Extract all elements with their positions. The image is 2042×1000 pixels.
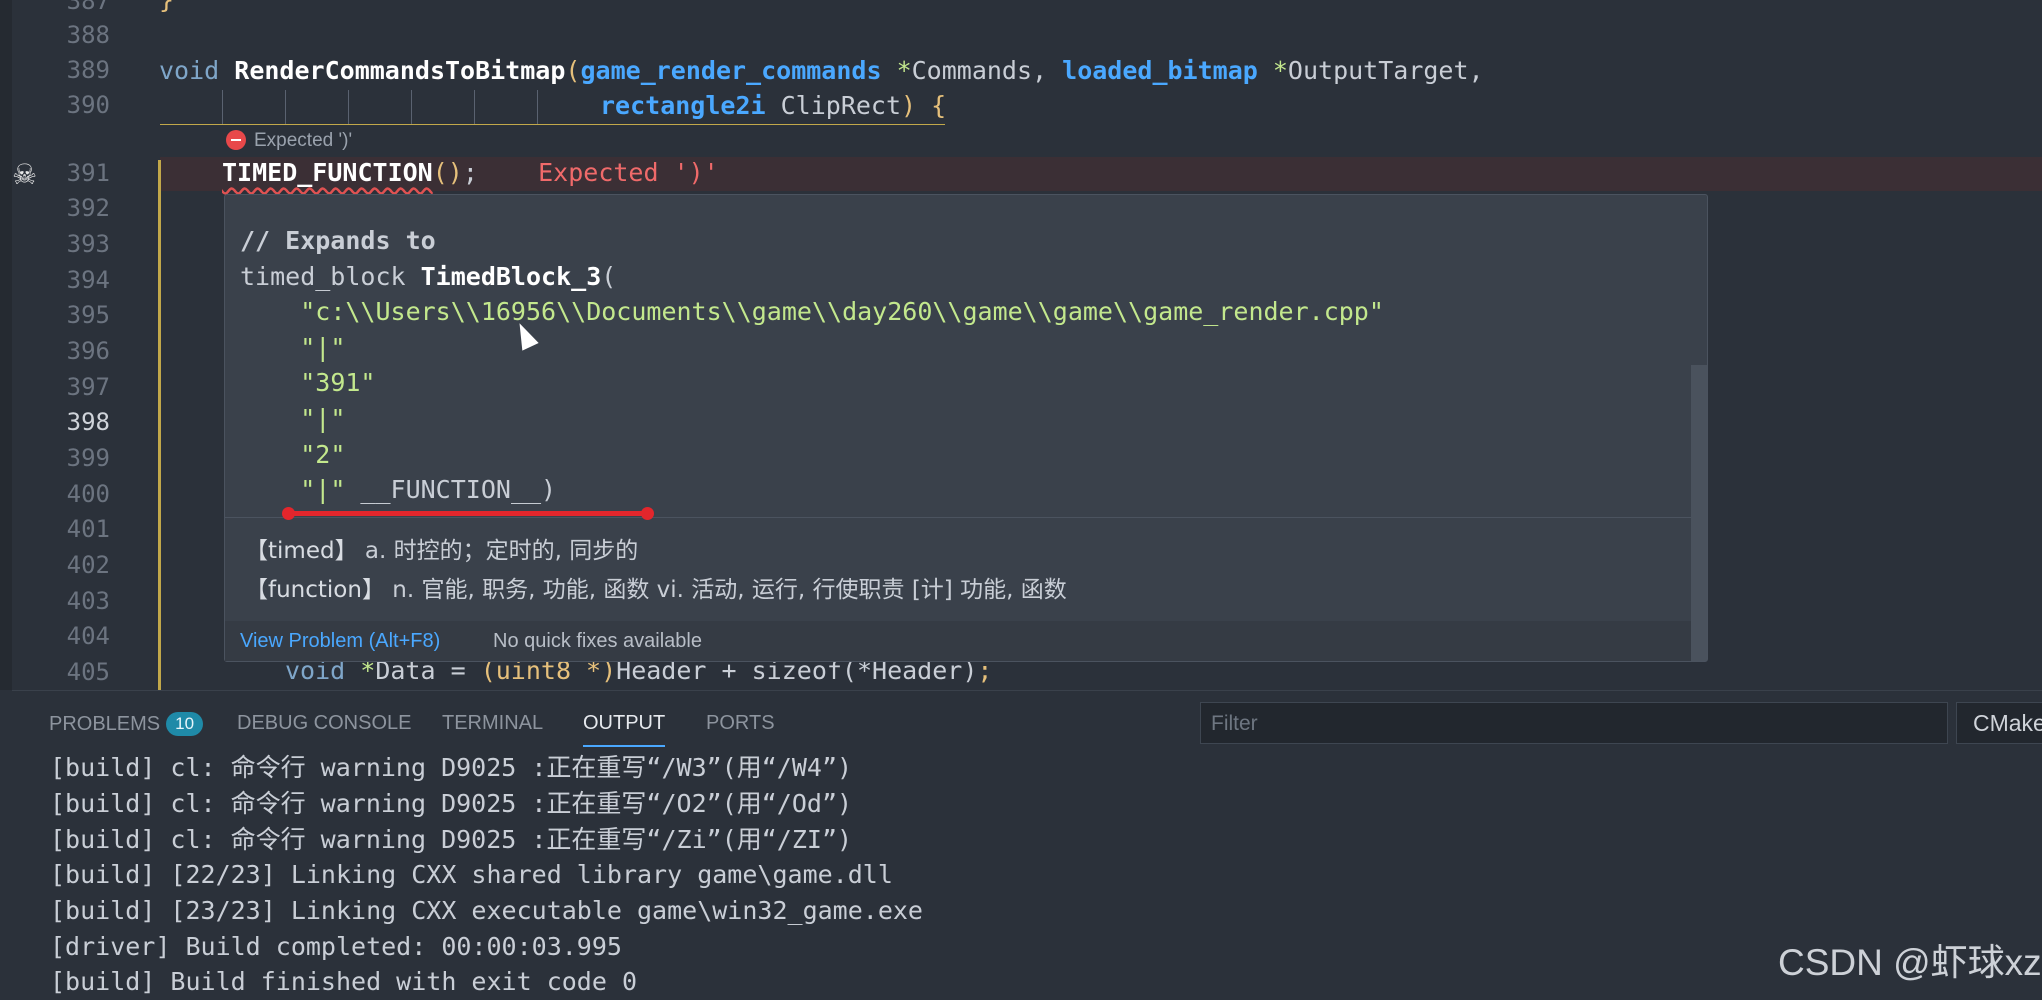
problems-count-badge: 10	[166, 712, 204, 736]
pointer-star: *	[1257, 56, 1288, 85]
line-number: 399	[66, 444, 110, 472]
dict-definition: n. 官能, 职务, 功能, 函数 vi. 活动, 运行, 行使职责 [计] 功…	[384, 577, 1067, 603]
tab-problems[interactable]: PROBLEMS 10	[49, 712, 204, 736]
watermark: CSDN @虾球xz	[1778, 942, 2042, 983]
line-number: 396	[66, 337, 110, 365]
codelens-error[interactable]: Expected ')'	[226, 130, 352, 152]
tab-label: PROBLEMS	[49, 713, 161, 735]
line-number: 392	[66, 194, 110, 222]
hover-widget[interactable]: // Expands to timed_block TimedBlock_3( …	[224, 194, 1708, 662]
param: OutputTarget,	[1287, 56, 1484, 85]
decl-name: TimedBlock_3	[420, 261, 602, 291]
line-number: 395	[66, 301, 110, 329]
line-number: 390	[66, 91, 110, 119]
expansion-comment: // Expands to	[240, 226, 436, 255]
keyword: void	[159, 56, 220, 85]
expansion-string: "|"	[300, 475, 346, 505]
output-line: [build] [23/23] Linking CXX executable g…	[50, 896, 923, 925]
output-line: [driver] Build completed: 00:00:03.995	[50, 932, 622, 961]
output-line: [build] [22/23] Linking CXX shared libra…	[50, 860, 893, 889]
line-number: 401	[66, 515, 110, 543]
hover-scrollbar[interactable]	[1691, 365, 1707, 661]
macro-name[interactable]: TIMED_FUNCTION	[222, 158, 433, 187]
output-line: [build] cl: 命令行 warning D9025 :正在重写“/W3”…	[50, 753, 853, 782]
expansion-string: "|"	[300, 403, 346, 433]
output-line: [build] cl: 命令行 warning D9025 :正在重写“/O2”…	[50, 789, 853, 818]
expansion-string: "391"	[300, 368, 376, 398]
skull-icon[interactable]: ☠	[12, 158, 37, 191]
semicolon: ;	[462, 158, 478, 187]
pointer-star: *	[881, 56, 912, 85]
line-number: 391	[66, 159, 110, 187]
dict-definition: a. 时控的；定时的, 同步的	[357, 538, 639, 564]
line-number: 400	[66, 480, 110, 508]
line-number: 403	[66, 587, 110, 615]
type-name[interactable]: rectangle2i	[600, 91, 766, 120]
paren: (	[565, 56, 581, 85]
output-source-select[interactable]: CMake	[1956, 702, 2042, 744]
line-number: 388	[66, 21, 110, 49]
param: ClipRect	[765, 91, 902, 120]
code-line-389[interactable]: void RenderCommandsToBitmap(game_render_…	[159, 53, 1484, 89]
line-number: 393	[66, 230, 110, 258]
line-number-current: 398	[66, 408, 110, 436]
codelens-error-text: Expected ')'	[254, 130, 353, 151]
divider	[225, 517, 1691, 518]
indent-guide	[474, 90, 475, 124]
type-name[interactable]: game_render_commands	[580, 56, 881, 85]
dictionary-entry: 【timed】 a. 时控的；定时的, 同步的	[245, 531, 638, 565]
indent-guide	[348, 90, 349, 124]
line-number: 405	[66, 658, 110, 686]
macro-expansion: // Expands to timed_block TimedBlock_3( …	[240, 223, 1384, 508]
tab-terminal[interactable]: TERMINAL	[442, 712, 543, 735]
decl-open: (	[601, 261, 617, 291]
view-problem-link[interactable]: View Problem (Alt+F8)	[240, 630, 440, 653]
line-number: 389	[66, 56, 110, 84]
guide-line	[160, 124, 945, 125]
tab-ports[interactable]: PORTS	[706, 712, 775, 735]
error-circle-icon	[226, 130, 246, 150]
paren: )	[901, 91, 917, 120]
function-name[interactable]: RenderCommandsToBitmap	[234, 56, 565, 85]
code-line-387[interactable]: }	[159, 0, 174, 18]
param: Commands,	[911, 56, 1063, 85]
output-line: [build] Build finished with exit code 0	[50, 967, 637, 996]
tab-output[interactable]: OUTPUT	[583, 712, 666, 747]
expansion-string: "c:\\Users\\16956\\Documents\\game\\day2…	[300, 297, 1384, 327]
indent-guide	[537, 90, 538, 124]
inline-error: Expected ')'	[538, 158, 719, 187]
dict-word: 【function】	[245, 577, 385, 603]
line-number: 404	[66, 622, 110, 650]
code-editor[interactable]: 387 388 389 390 391 392 393 394 395 396 …	[0, 0, 2042, 690]
expansion-string: "|"	[300, 332, 346, 362]
line-number: 402	[66, 551, 110, 579]
paren: ()	[432, 158, 463, 187]
indent-guide	[285, 90, 286, 124]
tab-debug-console[interactable]: DEBUG CONSOLE	[237, 712, 411, 735]
code-line-391[interactable]: TIMED_FUNCTION(); Expected ')'	[222, 155, 719, 191]
line-number: 397	[66, 373, 110, 401]
decl-type: timed_block	[240, 261, 421, 291]
code-line-390[interactable]: rectangle2i ClipRect) {	[600, 88, 946, 124]
hover-status-bar: View Problem (Alt+F8) No quick fixes ava…	[225, 621, 1691, 661]
activity-strip	[0, 0, 12, 690]
brace: {	[916, 91, 947, 120]
expansion-function: __FUNCTION__)	[345, 475, 557, 505]
annotation-red-line	[282, 507, 654, 520]
filter-input[interactable]: Filter	[1200, 702, 1948, 744]
type-name[interactable]: loaded_bitmap	[1062, 56, 1258, 85]
output-line: [build] cl: 命令行 warning D9025 :正在重写“/Zi”…	[50, 825, 853, 854]
scope-rule	[158, 160, 161, 690]
dict-word: 【timed】	[245, 538, 358, 564]
no-quick-fixes: No quick fixes available	[493, 630, 702, 652]
expansion-string: "2"	[300, 439, 346, 469]
indent-guide	[222, 90, 223, 124]
dictionary-entry: 【function】 n. 官能, 职务, 功能, 函数 vi. 活动, 运行,…	[245, 570, 1067, 604]
line-number: 394	[66, 266, 110, 294]
indent-guide	[411, 90, 412, 124]
